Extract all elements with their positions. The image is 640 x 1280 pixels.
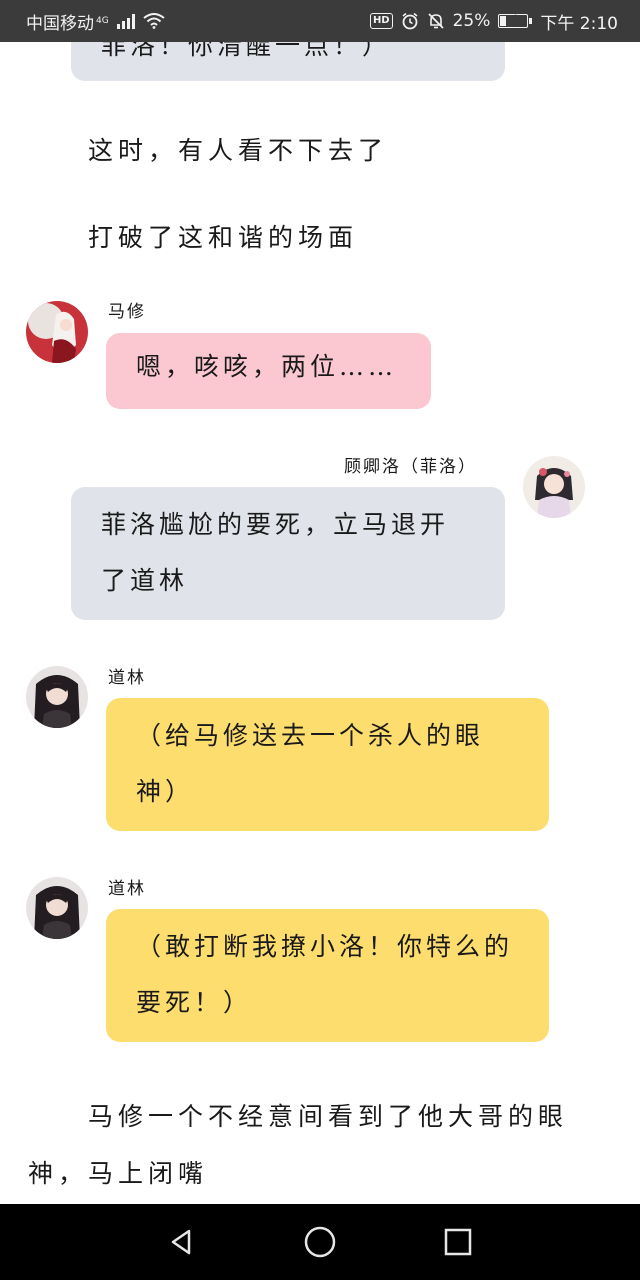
navigation-bar [0, 1204, 640, 1280]
avatar-dorian[interactable] [26, 666, 88, 728]
speaker-name: 顾卿洛（菲洛） [344, 457, 477, 477]
chat-bubble: （给马修送去一个杀人的眼神） [106, 698, 549, 831]
back-button[interactable] [157, 1217, 207, 1267]
carrier-label: 中国移动 [26, 13, 94, 34]
home-button[interactable] [295, 1217, 345, 1267]
narration-text: 马修一个不经意间看到了他大哥的眼神，马上闭嘴 [28, 1102, 569, 1188]
story-content[interactable]: 菲洛！你清醒一点！） 这时，有人看不下去了 打破了这和谐的场面 马修 嗯，咳咳，… [0, 0, 640, 1204]
status-bar: 中国移动 4G HD 25% ⚡ 下午 2:10 [0, 0, 640, 42]
battery-percent-label: 25% [452, 11, 491, 31]
status-left: 中国移动 4G [26, 9, 165, 34]
chat-bubble: 嗯，咳咳，两位…… [106, 333, 431, 409]
narration-text: 这时，有人看不下去了 [88, 136, 389, 165]
hd-icon: HD [369, 13, 393, 29]
status-right: HD 25% ⚡ 下午 2:10 [369, 9, 618, 34]
clock-label: 下午 2:10 [540, 13, 618, 34]
avatar-filo[interactable] [523, 456, 585, 518]
avatar-dorian[interactable] [26, 877, 88, 939]
recents-button[interactable] [433, 1217, 483, 1267]
signal-icon [116, 13, 135, 29]
recents-icon [444, 1228, 472, 1256]
screen: 中国移动 4G HD 25% ⚡ 下午 2:10 菲洛！你清醒一点！） 这时，有… [0, 0, 640, 1280]
speaker-name: 马修 [108, 302, 146, 322]
chat-bubble-text: （给马修送去一个杀人的眼神） [136, 721, 485, 806]
chat-bubble: （敢打断我撩小洛！你特么的要死！） [106, 909, 549, 1042]
network-type-label: 4G [96, 16, 109, 26]
avatar-mathieu[interactable] [26, 301, 88, 363]
back-icon [171, 1229, 191, 1255]
chat-bubble-text: （敢打断我撩小洛！你特么的要死！） [136, 932, 514, 1017]
speaker-name: 道林 [108, 668, 146, 688]
mute-icon [427, 13, 444, 29]
home-icon [304, 1226, 336, 1258]
chat-bubble: 菲洛尴尬的要死，立马退开了道林 [71, 487, 505, 620]
speaker-name: 道林 [108, 879, 146, 899]
wifi-icon [143, 13, 165, 29]
narration-text: 打破了这和谐的场面 [88, 223, 359, 252]
battery-icon: ⚡ [498, 12, 533, 28]
chat-bubble-text: 嗯，咳咳，两位…… [136, 352, 398, 381]
alarm-icon [402, 12, 418, 30]
chat-bubble-text: 菲洛尴尬的要死，立马退开了道林 [101, 510, 450, 595]
